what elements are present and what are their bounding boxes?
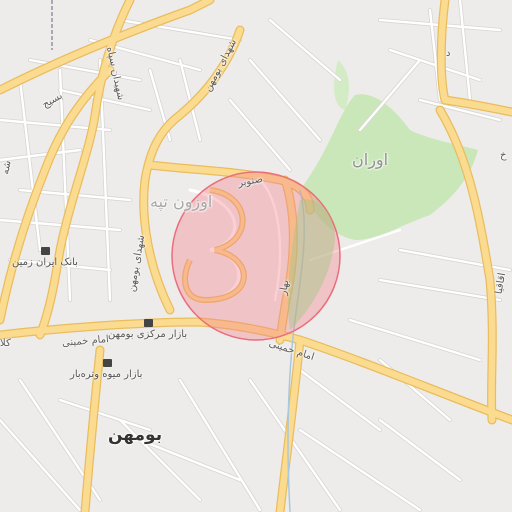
road-label-sh: شه: [0, 159, 14, 176]
shopping-cart-icon: [102, 359, 112, 367]
city-label-boumehen: بومهن: [108, 425, 163, 445]
area-label-ozon-tappeh: اوزون تپه: [150, 192, 213, 211]
road-label-dal: د: [446, 48, 451, 59]
poi-label: بانک ایران زمین: [12, 257, 78, 268]
poi-bazaar-markazi[interactable]: بازار مرکزی بومهن: [108, 318, 187, 340]
park-area: [334, 60, 350, 110]
bank-icon: [41, 247, 51, 255]
poi-bazaar-miveh[interactable]: بازار میوه وتره‌بار: [70, 358, 142, 380]
shopping-cart-icon: [144, 319, 154, 327]
map-view[interactable]: اوزون تپه اوران بومهن شهدای بومهن صنوبر …: [0, 0, 512, 512]
poi-bank-iran-zamin[interactable]: بانک ایران زمین: [12, 246, 78, 268]
road-label-kh: خ: [500, 150, 507, 161]
park-label-ooran: اوران: [352, 150, 389, 169]
poi-label: بازار میوه وتره‌بار: [70, 369, 143, 380]
poi-label: بازار مرکزی بومهن: [108, 329, 188, 340]
road-label-kala: کلا: [0, 338, 11, 349]
